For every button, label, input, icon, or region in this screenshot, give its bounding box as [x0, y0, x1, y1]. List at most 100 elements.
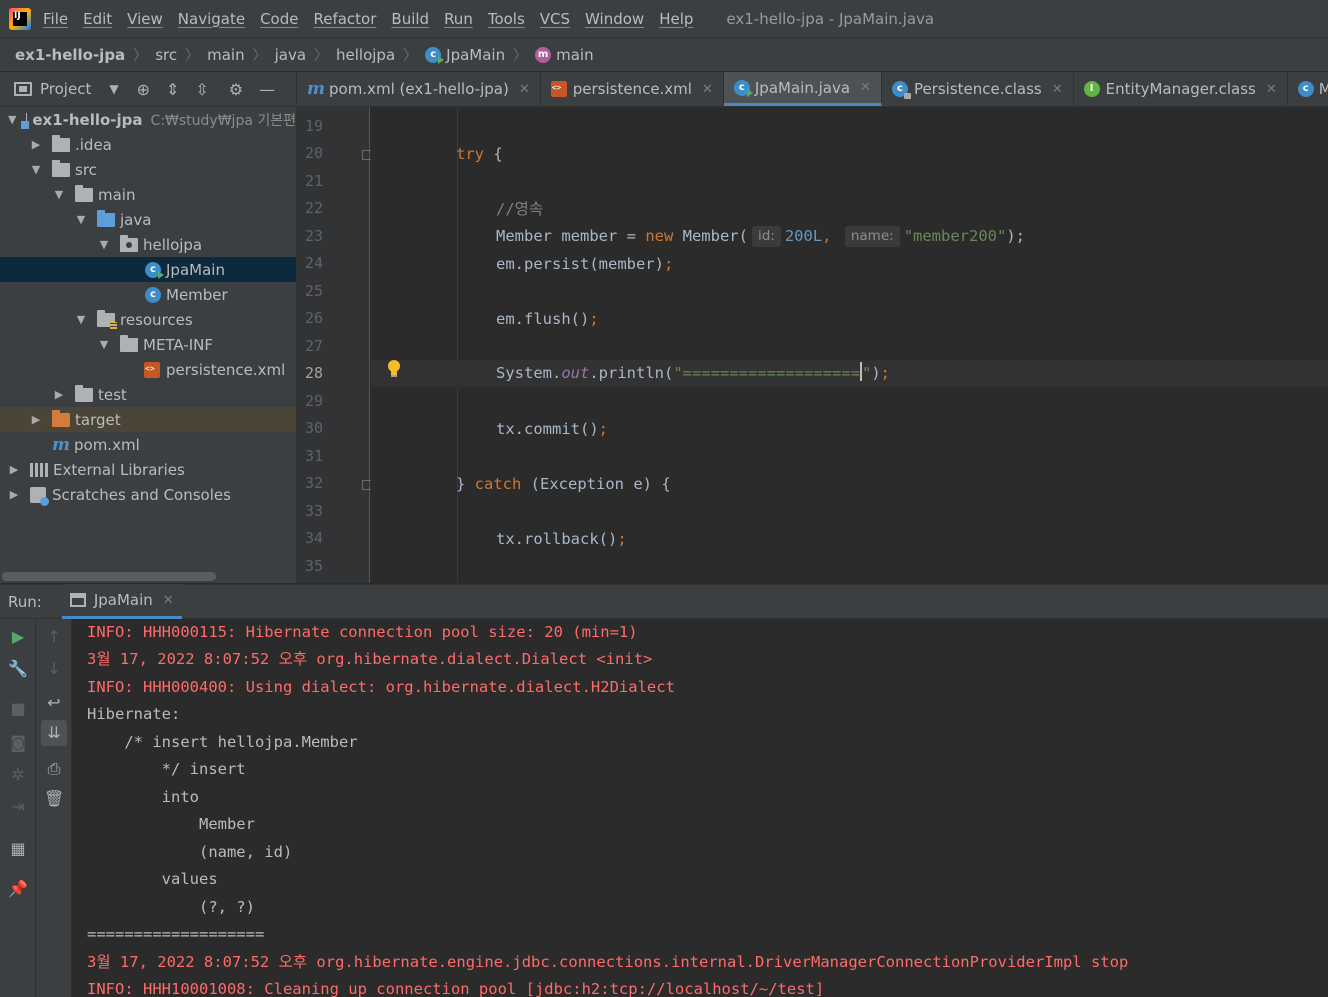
- menu-refactor[interactable]: Refactor: [313, 10, 376, 28]
- close-icon[interactable]: ✕: [163, 593, 174, 608]
- expand-all-icon[interactable]: ⇕: [166, 80, 179, 99]
- chevron-right-icon[interactable]: ▶: [8, 488, 20, 501]
- tab-jpamain-java[interactable]: c JpaMain.java ✕: [723, 72, 882, 106]
- tree-item-meta-inf[interactable]: ▼ META-INF: [0, 332, 296, 357]
- tree-item-project-root[interactable]: ▼ ex1-hello-jpa C:₩study₩jpa 기본편: [0, 107, 296, 132]
- menu-vcs[interactable]: VCS: [540, 10, 570, 28]
- chevron-down-icon[interactable]: ▼: [75, 213, 87, 226]
- tree-item-jpamain[interactable]: ▶ c JpaMain: [0, 257, 296, 282]
- code-line-34[interactable]: tx.rollback();: [371, 526, 1328, 553]
- tree-item-scratches[interactable]: ▶ Scratches and Consoles: [0, 482, 296, 507]
- tree-item-main[interactable]: ▼ main: [0, 182, 296, 207]
- pin-icon[interactable]: 📌: [8, 879, 28, 899]
- folder-icon: [52, 159, 70, 177]
- code-line-20[interactable]: try {: [371, 141, 1328, 168]
- menu-view[interactable]: View: [127, 10, 163, 28]
- breadcrumb-main[interactable]: main: [207, 46, 244, 64]
- tree-item-test[interactable]: ▶ test: [0, 382, 296, 407]
- code-line-32[interactable]: } catch (Exception e) {: [371, 471, 1328, 498]
- stop-icon[interactable]: ■: [8, 699, 28, 719]
- close-icon[interactable]: ✕: [702, 82, 713, 97]
- menu-file[interactable]: File: [43, 10, 68, 28]
- tree-item-hellojpa[interactable]: ▼ hellojpa: [0, 232, 296, 257]
- gear-icon[interactable]: ⚙: [229, 80, 243, 99]
- close-icon[interactable]: ✕: [1266, 82, 1277, 97]
- scroll-to-end-icon[interactable]: ⇊: [41, 720, 67, 746]
- menu-build[interactable]: Build: [391, 10, 429, 28]
- console-line: INFO: HHH000400: Using dialect: org.hibe…: [87, 678, 675, 696]
- arrow-down-icon[interactable]: ↓: [44, 659, 64, 679]
- print-icon[interactable]: ⎙: [44, 759, 64, 779]
- close-icon[interactable]: ✕: [860, 80, 871, 95]
- dropdown-arrow-icon[interactable]: ▼: [109, 82, 118, 96]
- lightbulb-icon[interactable]: [386, 359, 402, 379]
- chevron-right-icon[interactable]: ▶: [30, 413, 42, 426]
- breadcrumb-jpamain[interactable]: c JpaMain: [425, 46, 505, 64]
- menu-navigate[interactable]: Navigate: [178, 10, 245, 28]
- menu-help[interactable]: Help: [659, 10, 693, 28]
- chevron-down-icon[interactable]: ▼: [53, 188, 65, 201]
- menu-edit[interactable]: Edit: [83, 10, 112, 28]
- wrench-icon[interactable]: 🔧: [8, 659, 28, 679]
- code-line-22[interactable]: //영속: [371, 196, 1328, 223]
- maven-icon: m: [52, 434, 70, 455]
- tab-persistence-xml[interactable]: persistence.xml ✕: [541, 72, 724, 106]
- tree-item-persistence-xml[interactable]: ▶ persistence.xml: [0, 357, 296, 382]
- rerun-play-icon[interactable]: ▶: [8, 627, 28, 647]
- code-line-30[interactable]: tx.commit();: [371, 416, 1328, 443]
- collapse-all-icon[interactable]: ⇳: [195, 80, 208, 99]
- code-line-28-current[interactable]: System.out.println("=================== "…: [371, 360, 1328, 387]
- project-view-title[interactable]: Project: [40, 80, 91, 98]
- tree-item-external-libraries[interactable]: ▶ External Libraries: [0, 457, 296, 482]
- breadcrumb-src[interactable]: src: [155, 46, 177, 64]
- project-horizontal-scrollbar[interactable]: [2, 572, 216, 581]
- code-line-23[interactable]: Member member = new Member(id: 200L, name…: [371, 223, 1328, 250]
- trash-icon[interactable]: 🗑: [44, 789, 64, 809]
- debug-bug-icon[interactable]: ✲: [8, 765, 28, 785]
- tree-item-idea[interactable]: ▶ .idea: [0, 132, 296, 157]
- tree-item-member[interactable]: ▶ c Member: [0, 282, 296, 307]
- chevron-down-icon[interactable]: ▼: [98, 338, 110, 351]
- menu-tools[interactable]: Tools: [488, 10, 525, 28]
- hide-minus-icon[interactable]: —: [259, 80, 275, 99]
- tab-member-java[interactable]: c Member.java: [1288, 72, 1328, 106]
- chevron-down-icon[interactable]: ▼: [8, 113, 16, 126]
- tree-item-java[interactable]: ▼ java: [0, 207, 296, 232]
- code-line-26[interactable]: em.flush();: [371, 306, 1328, 333]
- tab-label: EntityManager.class: [1105, 80, 1256, 98]
- menu-window[interactable]: Window: [585, 10, 644, 28]
- chevron-right-icon[interactable]: ▶: [30, 138, 42, 151]
- locate-target-icon[interactable]: ⊕: [137, 80, 150, 99]
- tab-pom-xml[interactable]: m pom.xml (ex1-hello-jpa) ✕: [297, 72, 541, 106]
- arrow-up-icon[interactable]: ↑: [44, 627, 64, 647]
- tab-persistence-class[interactable]: c Persistence.class ✕: [882, 72, 1074, 106]
- tree-item-src[interactable]: ▼ src: [0, 157, 296, 182]
- chevron-right-icon[interactable]: ▶: [53, 388, 65, 401]
- tree-item-target[interactable]: ▶ target: [0, 407, 296, 432]
- layout-icon[interactable]: ▦: [8, 839, 28, 859]
- breadcrumb-method-main[interactable]: m main: [535, 46, 594, 64]
- breadcrumb-hellojpa[interactable]: hellojpa: [336, 46, 395, 64]
- tree-item-resources[interactable]: ▼ resources: [0, 307, 296, 332]
- tree-item-pom-xml[interactable]: ▶ m pom.xml: [0, 432, 296, 457]
- code-line-24[interactable]: em.persist(member);: [371, 251, 1328, 278]
- run-tab-jpamain[interactable]: JpaMain ✕: [61, 584, 182, 619]
- editor-gutter[interactable]: 19 20 21 22 23 24 25 26 27 28 29 30 31 3…: [296, 107, 372, 583]
- code-text: ): [871, 364, 881, 382]
- chevron-right-icon[interactable]: ▶: [8, 463, 20, 476]
- chevron-down-icon[interactable]: ▼: [75, 313, 87, 326]
- close-icon[interactable]: ✕: [1052, 82, 1063, 97]
- menu-run[interactable]: Run: [444, 10, 473, 28]
- breadcrumb-java[interactable]: java: [275, 46, 306, 64]
- close-icon[interactable]: ✕: [519, 82, 530, 97]
- menu-code[interactable]: Code: [260, 10, 298, 28]
- chevron-down-icon[interactable]: ▼: [30, 163, 42, 176]
- tab-entitymanager-class[interactable]: I EntityManager.class ✕: [1074, 72, 1288, 106]
- breadcrumb-project[interactable]: ex1-hello-jpa: [15, 46, 125, 64]
- code-editor[interactable]: try { //영속 Member member = new Member(id…: [371, 107, 1328, 583]
- camera-icon[interactable]: ◙: [8, 733, 28, 753]
- console-output[interactable]: INFO: HHH000115: Hibernate connection po…: [72, 619, 1328, 997]
- soft-wrap-icon[interactable]: ↩: [44, 693, 64, 713]
- login-exit-icon[interactable]: ⇥: [8, 797, 28, 817]
- chevron-down-icon[interactable]: ▼: [98, 238, 110, 251]
